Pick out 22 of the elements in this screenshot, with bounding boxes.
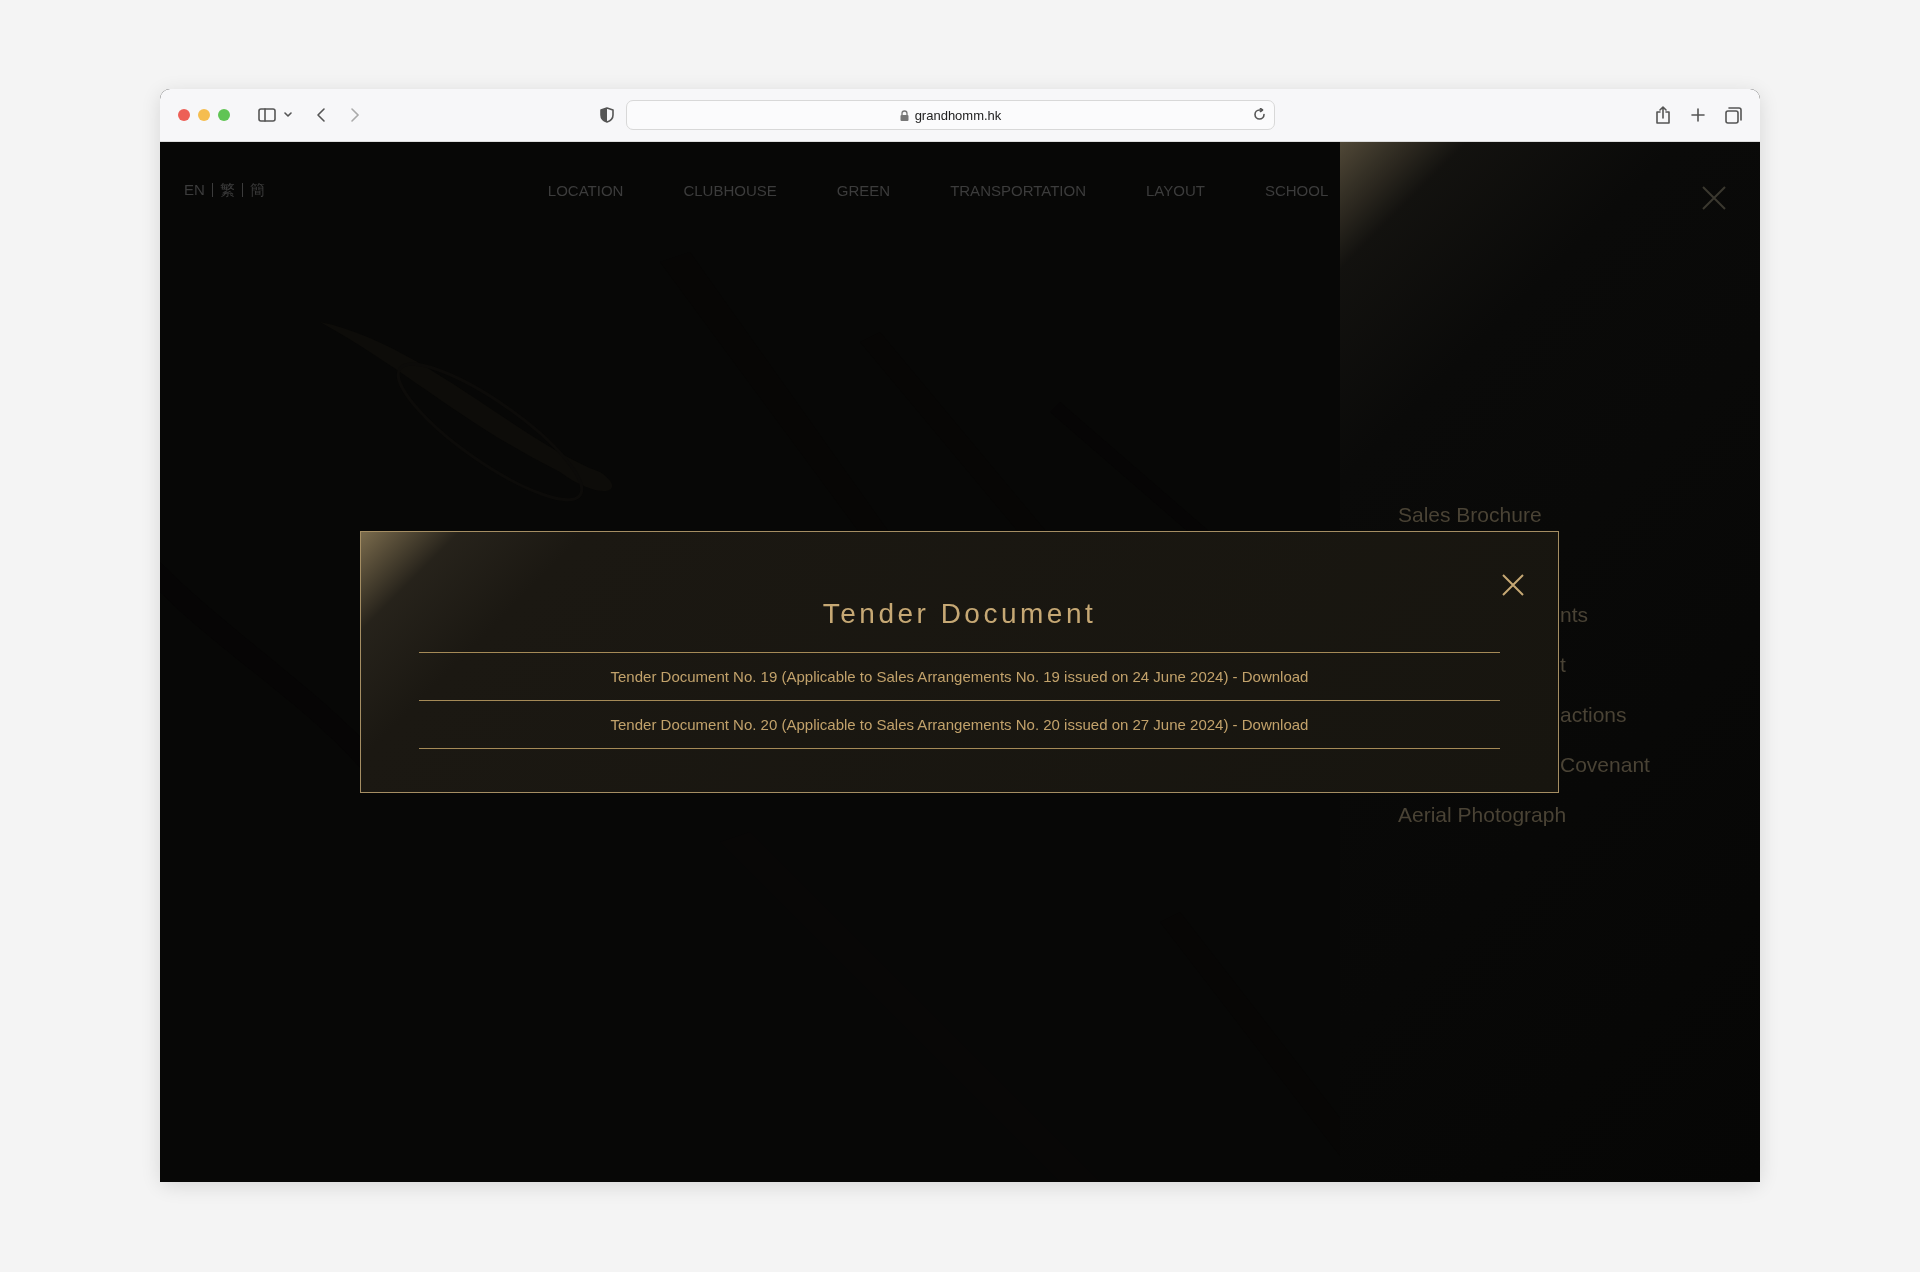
sidebar-icon[interactable] — [258, 108, 276, 122]
address-bar[interactable]: grandhomm.hk — [626, 100, 1275, 130]
shield-icon[interactable] — [600, 107, 614, 123]
lock-icon — [899, 109, 909, 121]
url-text: grandhomm.hk — [914, 107, 1002, 123]
chevron-down-icon[interactable] — [284, 112, 292, 118]
menu-link[interactable]: nts — [1560, 603, 1588, 626]
share-icon[interactable] — [1655, 106, 1671, 124]
menu-link[interactable]: t — [1560, 653, 1566, 676]
menu-link[interactable]: Aerial Photograph — [1398, 803, 1567, 826]
reload-icon[interactable] — [1253, 108, 1266, 121]
close-icon[interactable] — [1502, 574, 1524, 596]
download-link[interactable]: Tender Document No. 19 (Applicable to Sales Arrangements No. 19 issued on 24 June 2024) - Download — [610, 668, 1309, 685]
modal-title: Tender Document — [822, 598, 1097, 630]
menu-link[interactable]: actions — [1560, 703, 1627, 726]
menu-link[interactable]: Covenant — [1560, 753, 1650, 776]
close-window-button[interactable] — [178, 109, 190, 121]
download-link[interactable]: Tender Document No. 20 (Applicable to Sales Arrangements No. 20 issued on 27 June 2024) - Download — [610, 716, 1309, 733]
new-tab-icon[interactable] — [1691, 108, 1705, 122]
menu-link[interactable]: Sales Brochure — [1398, 503, 1542, 526]
tabs-overview-icon[interactable] — [1725, 106, 1742, 124]
back-icon[interactable] — [316, 107, 326, 123]
